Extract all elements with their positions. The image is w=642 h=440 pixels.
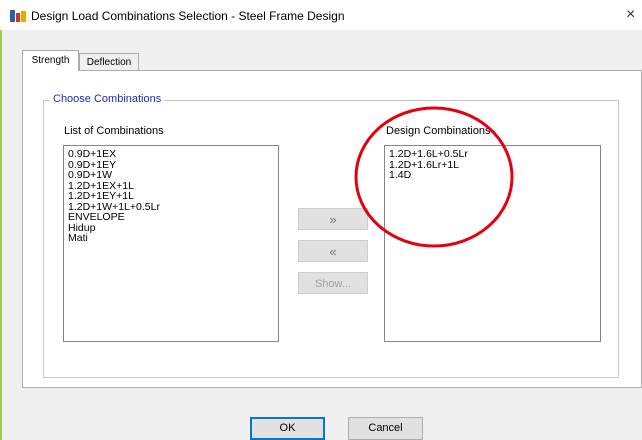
combination-list-item[interactable]: Hidup <box>68 222 274 234</box>
cancel-button[interactable]: Cancel <box>348 417 423 440</box>
tab-strength[interactable]: Strength <box>22 50 79 71</box>
show-button[interactable]: Show... <box>298 272 368 294</box>
window-title: Design Load Combinations Selection - Ste… <box>31 9 345 23</box>
combination-list-item[interactable]: 0.9D+1W <box>68 170 274 181</box>
combination-list-item[interactable]: 0.9D+1EX <box>68 149 274 160</box>
ok-button[interactable]: OK <box>250 417 325 440</box>
group-label: Choose Combinations <box>50 93 165 105</box>
combination-list-item[interactable]: ENVELOPE <box>68 212 274 223</box>
combination-list-item[interactable]: 1.2D+1EY+1L <box>68 191 274 202</box>
red-annotation-circle <box>354 106 514 248</box>
tab-deflection[interactable]: Deflection <box>79 53 139 71</box>
title-bar: Design Load Combinations Selection - Ste… <box>0 0 642 30</box>
list-of-combinations-listbox[interactable]: 0.9D+1EX 0.9D+1EY 0.9D+1W 1.2D+1EX+1L 1.2D+1… <box>63 145 279 342</box>
close-button[interactable]: × <box>626 4 642 26</box>
combination-list-item[interactable]: Mati <box>68 233 274 244</box>
app-icon <box>10 10 26 22</box>
list-of-combinations-label: List of Combinations <box>64 125 164 137</box>
